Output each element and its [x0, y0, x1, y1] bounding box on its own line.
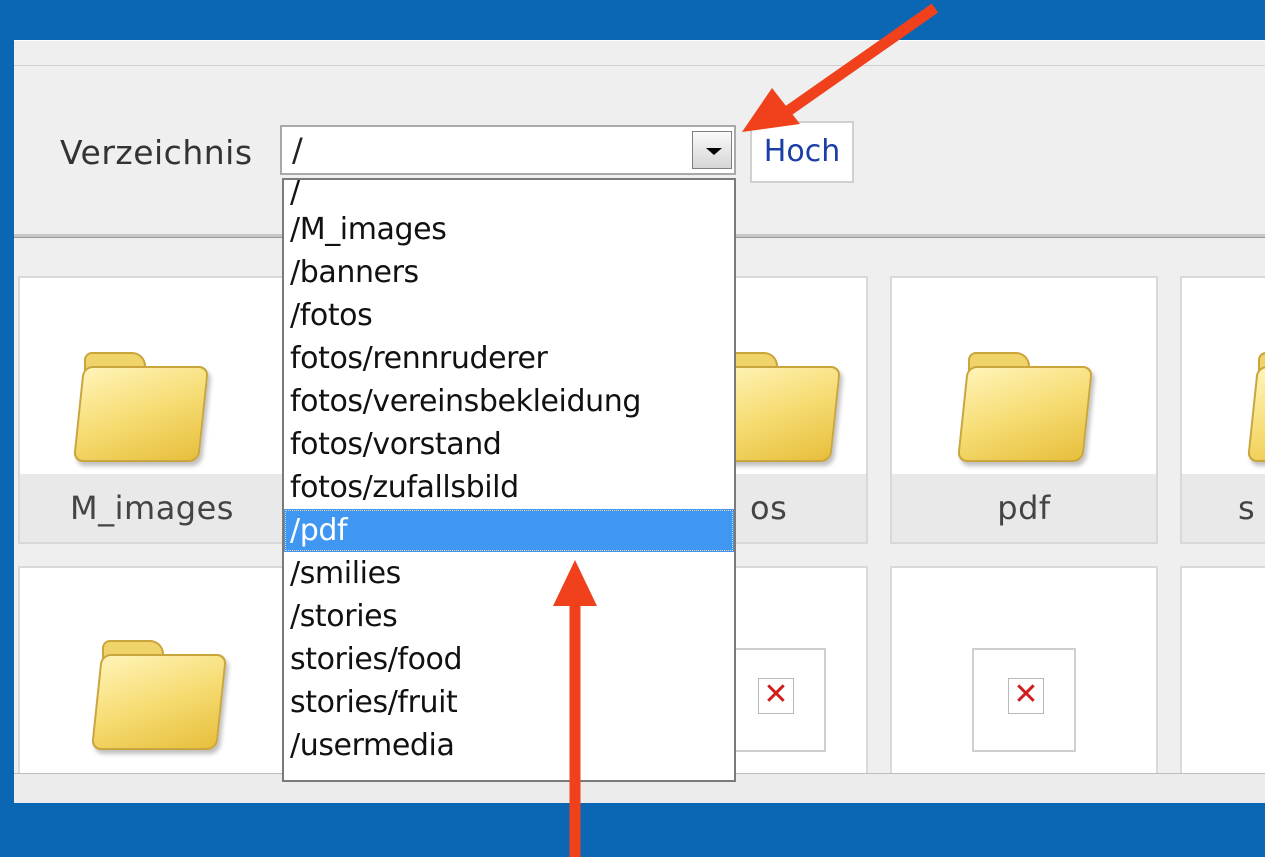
dropdown-option[interactable]: fotos/vereinsbekleidung [284, 380, 734, 423]
directory-select[interactable]: / [280, 125, 736, 175]
divider [14, 65, 1265, 66]
directory-label: Verzeichnis [60, 133, 253, 172]
dropdown-option[interactable]: / [284, 178, 734, 208]
folder-icon [1246, 352, 1265, 462]
chevron-down-icon[interactable] [692, 131, 732, 169]
image-tile[interactable] [1180, 566, 1265, 803]
dropdown-option[interactable]: stories/food [284, 638, 734, 681]
dropdown-option-selected[interactable]: /pdf [284, 509, 734, 552]
directory-select-value: / [292, 131, 303, 169]
broken-image-icon: ✕ [722, 648, 826, 752]
image-tile[interactable]: ✕ [890, 566, 1158, 803]
tile-caption: pdf [892, 474, 1156, 542]
dropdown-option[interactable]: /M_images [284, 208, 734, 251]
dropdown-option[interactable]: /banners [284, 251, 734, 294]
dropdown-option[interactable]: fotos/vorstand [284, 423, 734, 466]
dropdown-option[interactable]: /smilies [284, 552, 734, 595]
tile-caption: M_images [20, 474, 284, 542]
dropdown-option[interactable]: /stories [284, 595, 734, 638]
up-button[interactable]: Hoch [750, 121, 854, 183]
folder-tile-m-images[interactable]: M_images [18, 276, 286, 544]
dropdown-option[interactable]: fotos/rennruderer [284, 337, 734, 380]
dropdown-option[interactable]: stories/fruit [284, 681, 734, 724]
directory-dropdown-list[interactable]: / /M_images /banners /fotos fotos/rennru… [282, 178, 736, 782]
folder-icon [956, 352, 1094, 462]
folder-icon [90, 640, 228, 750]
folder-icon [72, 352, 210, 462]
tile-caption: s [1182, 474, 1265, 542]
folder-tile[interactable] [18, 566, 286, 803]
folder-tile-pdf[interactable]: pdf [890, 276, 1158, 544]
folder-tile-smilies[interactable]: s [1180, 276, 1265, 544]
broken-image-icon: ✕ [972, 648, 1076, 752]
dropdown-option[interactable]: /fotos [284, 294, 734, 337]
dropdown-option[interactable]: /usermedia [284, 724, 734, 767]
dropdown-option[interactable]: fotos/zufallsbild [284, 466, 734, 509]
